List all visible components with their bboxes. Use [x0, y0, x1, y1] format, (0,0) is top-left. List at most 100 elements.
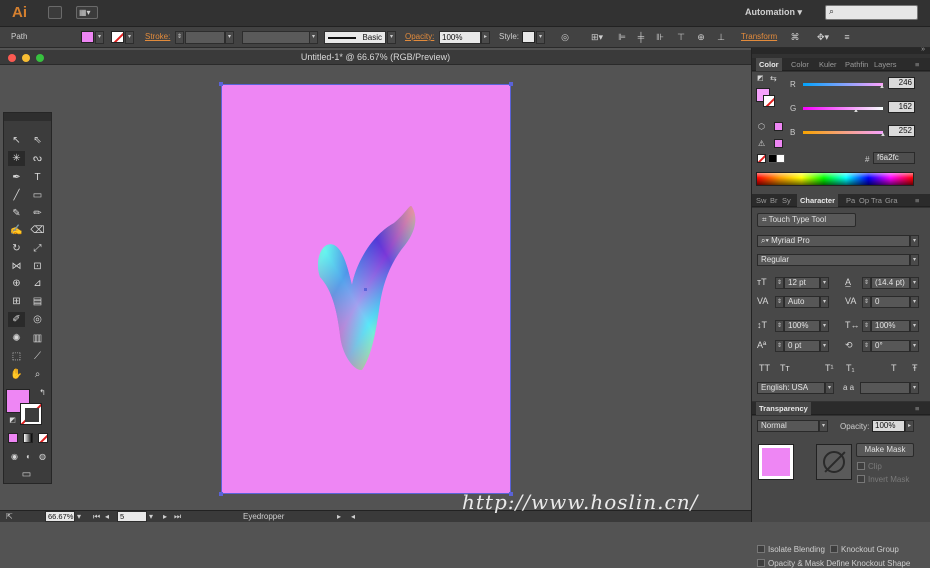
- slice-tool-icon[interactable]: ⟋: [29, 349, 46, 364]
- prev-artboard-icon[interactable]: ◂: [105, 512, 109, 521]
- font-size-dropdown[interactable]: ▾: [820, 277, 829, 289]
- blob-brush-tool-icon[interactable]: ✍: [8, 223, 25, 238]
- align-vcenter-icon[interactable]: ⊕: [694, 31, 708, 43]
- width-tool-icon[interactable]: ⋈: [8, 259, 25, 274]
- artboard-number-field[interactable]: 5: [117, 511, 147, 522]
- hex-field[interactable]: f6a2fc: [873, 152, 915, 164]
- align-top-icon[interactable]: ⊤: [674, 31, 688, 43]
- shape-builder-tool-icon[interactable]: ⊕: [8, 276, 25, 291]
- align-bottom-icon[interactable]: ⊥: [714, 31, 728, 43]
- artboard-dropdown-icon[interactable]: ▾: [149, 512, 153, 521]
- artboard-handle-bl[interactable]: [219, 492, 223, 496]
- stroke-weight-field[interactable]: [185, 31, 225, 44]
- isolate-selected-icon[interactable]: ⌘: [788, 31, 802, 43]
- opacity-link[interactable]: Opacity:: [405, 32, 434, 41]
- lasso-tool-icon[interactable]: ᔓ: [29, 151, 46, 166]
- b-slider-thumb[interactable]: ▲: [880, 132, 886, 138]
- bridge-button[interactable]: [48, 6, 62, 19]
- stroke-weight-stepper[interactable]: ⇕: [175, 31, 184, 44]
- opacity-dropdown[interactable]: ▸: [481, 31, 490, 44]
- tab-swatches[interactable]: Sw: [756, 196, 766, 205]
- align-to-icon[interactable]: ⊞▾: [590, 31, 604, 43]
- tab-gradient[interactable]: Gra: [885, 196, 898, 205]
- tab-brushes[interactable]: Br: [770, 196, 778, 205]
- horizontal-scale-field[interactable]: 100%: [871, 320, 910, 332]
- tab-color[interactable]: Color: [756, 58, 782, 71]
- tracking-dropdown[interactable]: ▾: [910, 296, 919, 308]
- color-panel-menu-icon[interactable]: ≡: [915, 60, 919, 69]
- rotate-tool-icon[interactable]: ↻: [8, 241, 25, 256]
- baseline-shift-stepper[interactable]: ⇕: [775, 340, 784, 352]
- align-left-icon[interactable]: ⊫: [615, 31, 629, 43]
- default-colors-icon[interactable]: ◩: [4, 413, 21, 428]
- artboard-handle-tr[interactable]: [509, 82, 513, 86]
- tab-symbols[interactable]: Sy: [782, 196, 791, 205]
- swap-colors-icon[interactable]: ⇆: [770, 74, 777, 83]
- anti-aliasing-field[interactable]: [860, 382, 910, 394]
- line-tool-icon[interactable]: ╱: [8, 188, 25, 203]
- tab-opentype[interactable]: Op: [859, 196, 869, 205]
- baseline-shift-dropdown[interactable]: ▾: [820, 340, 829, 352]
- magic-wand-tool-icon[interactable]: ✳: [8, 151, 25, 166]
- color-spectrum[interactable]: [756, 172, 914, 186]
- rotation-dropdown[interactable]: ▾: [910, 340, 919, 352]
- variable-width-profile[interactable]: [242, 31, 317, 44]
- pencil-tool-icon[interactable]: ✏: [29, 206, 46, 221]
- hand-tool-icon[interactable]: ✋: [8, 367, 25, 382]
- gradient-tool-icon[interactable]: ▤: [29, 294, 46, 309]
- transparency-opacity-dropdown[interactable]: ▸: [905, 420, 914, 432]
- font-size-stepper[interactable]: ⇕: [775, 277, 784, 289]
- horizontal-scale-stepper[interactable]: ⇕: [862, 320, 871, 332]
- free-transform-tool-icon[interactable]: ⊡: [29, 259, 46, 274]
- tab-character[interactable]: Character: [797, 194, 839, 207]
- transparency-opacity-field[interactable]: 100%: [872, 420, 905, 432]
- tab-pathfinder[interactable]: Pathfin: [845, 60, 868, 69]
- panel-menu-icon[interactable]: ≡: [840, 31, 854, 43]
- opacity-mask-thumbnail[interactable]: [816, 444, 852, 480]
- font-style-field[interactable]: Regular: [757, 254, 910, 266]
- artboard-tool-icon[interactable]: ⬚: [8, 349, 25, 364]
- kerning-field[interactable]: Auto: [784, 296, 820, 308]
- opacity-field[interactable]: 100%: [439, 31, 481, 44]
- stroke-link[interactable]: Stroke:: [145, 32, 170, 41]
- out-of-web-color-icon[interactable]: ⬡: [758, 122, 765, 131]
- perspective-grid-tool-icon[interactable]: ⊿: [29, 276, 46, 291]
- transform-link[interactable]: Transform: [741, 32, 777, 41]
- font-size-field[interactable]: 12 pt: [784, 277, 820, 289]
- brush-definition[interactable]: Basic: [324, 31, 386, 44]
- transparency-panel-menu-icon[interactable]: ≡: [915, 404, 919, 413]
- first-artboard-icon[interactable]: ⏮: [93, 512, 100, 522]
- default-fill-stroke-icon[interactable]: ◩: [757, 74, 764, 82]
- g-slider-thumb[interactable]: ▲: [853, 108, 859, 114]
- scale-tool-icon[interactable]: ⤢: [29, 241, 46, 256]
- arrange-documents-button[interactable]: ▦▾: [76, 6, 98, 19]
- small-caps-button[interactable]: Tт: [780, 363, 790, 373]
- tracking-field[interactable]: 0: [871, 296, 910, 308]
- vertical-scale-stepper[interactable]: ⇕: [775, 320, 784, 332]
- none-color-swatch[interactable]: [757, 154, 766, 163]
- artboard[interactable]: [221, 84, 511, 494]
- stroke-swatch[interactable]: [111, 31, 124, 43]
- tools-panel-header[interactable]: [4, 113, 51, 121]
- align-right-icon[interactable]: ⊪: [653, 31, 667, 43]
- vertical-scale-field[interactable]: 100%: [784, 320, 820, 332]
- fill-swatch[interactable]: [81, 31, 94, 43]
- subscript-button[interactable]: T₁: [846, 363, 855, 373]
- all-caps-button[interactable]: TT: [759, 363, 770, 373]
- touch-type-button[interactable]: ⌗ Touch Type Tool: [757, 213, 856, 227]
- tab-transform[interactable]: Tra: [871, 196, 882, 205]
- language-field[interactable]: English: USA: [757, 382, 825, 394]
- tab-paragraph[interactable]: Pa: [846, 196, 855, 205]
- paintbrush-tool-icon[interactable]: ✎: [8, 206, 25, 221]
- artboard-handle-tl[interactable]: [219, 82, 223, 86]
- panel-dock-header[interactable]: »: [752, 46, 930, 54]
- eraser-tool-icon[interactable]: ⌫: [29, 223, 46, 238]
- stroke-color-box[interactable]: [20, 403, 42, 425]
- r-slider-thumb[interactable]: ▲: [879, 84, 885, 90]
- r-slider[interactable]: [803, 83, 883, 86]
- anti-aliasing-dropdown[interactable]: ▾: [910, 382, 919, 394]
- tab-layers[interactable]: Layers: [874, 60, 897, 69]
- white-swatch[interactable]: [776, 154, 785, 163]
- blend-mode-dropdown[interactable]: ▾: [819, 420, 828, 432]
- g-value-field[interactable]: 162: [888, 101, 915, 113]
